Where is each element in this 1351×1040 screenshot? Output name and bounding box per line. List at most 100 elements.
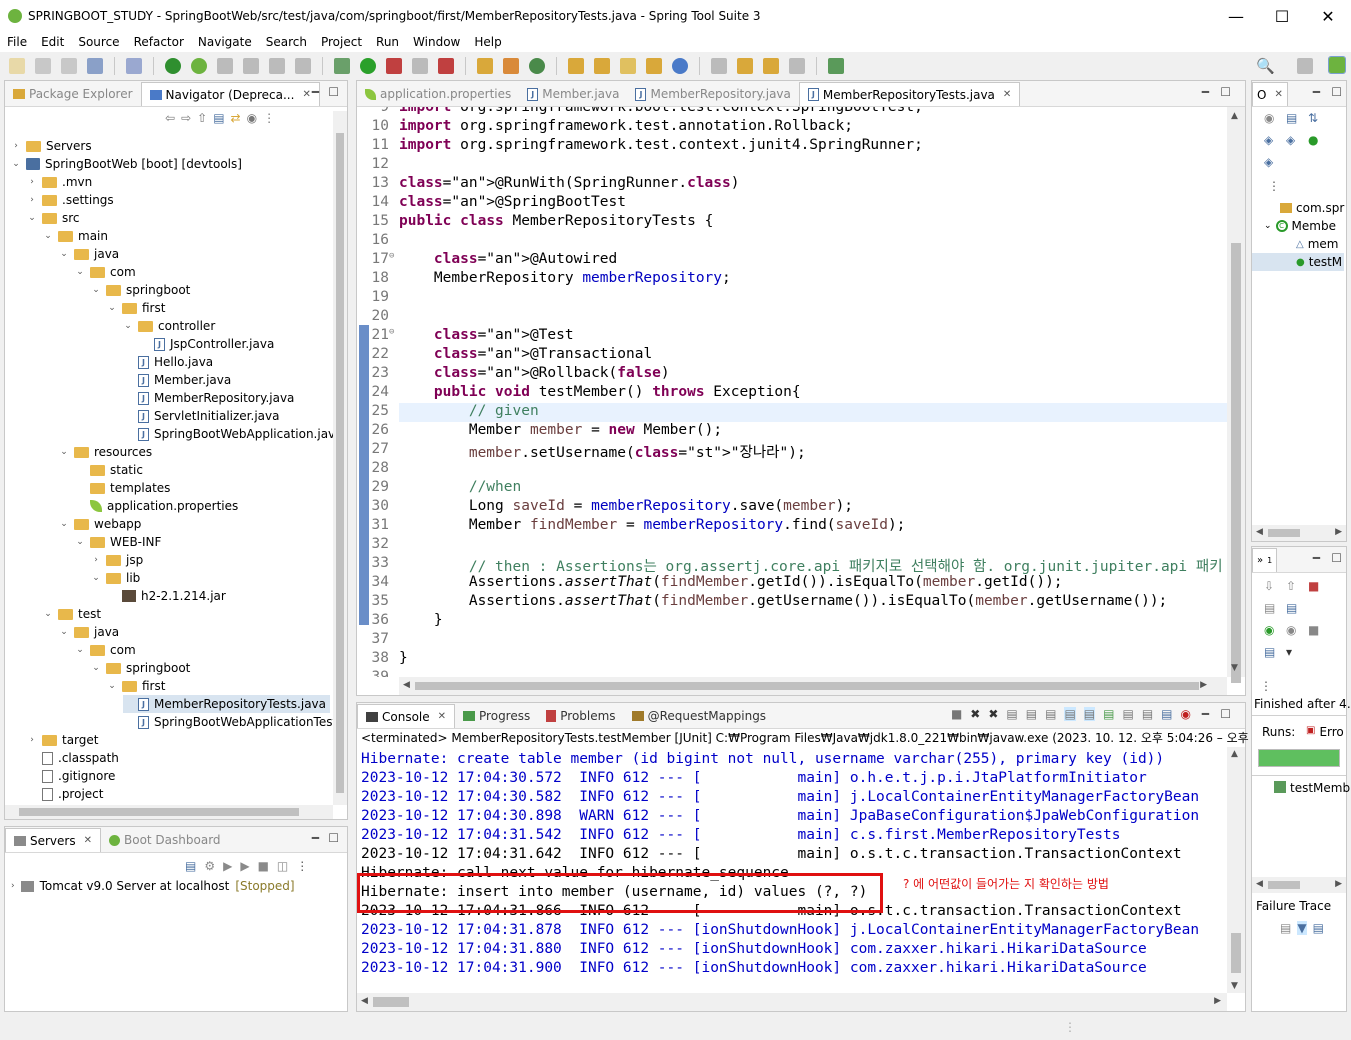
publish-icon[interactable]: ◫ (277, 859, 288, 873)
hide-fields-icon[interactable]: ◉ (1264, 111, 1286, 125)
boot-run-icon[interactable] (165, 58, 181, 74)
collapse-icon[interactable]: ⌄ (43, 231, 53, 241)
tree-item[interactable]: ⌄ controller (123, 317, 215, 335)
close-tab-icon[interactable]: ✕ (438, 711, 446, 722)
tab-boot-dashboard[interactable]: Boot Dashboard (101, 828, 229, 852)
run-icon[interactable] (360, 58, 376, 74)
tree-item[interactable]: static (75, 461, 143, 479)
tab-member-repository-java[interactable]: J MemberRepository.java (627, 82, 798, 106)
tab-servers[interactable]: Servers ✕ (5, 828, 101, 852)
editor-vertical-scrollbar[interactable]: ▲ ▼ (1227, 107, 1245, 683)
code-area[interactable]: 9 import org.springframework.boot.test.co… (357, 107, 1227, 677)
maximize-icon[interactable]: ☐ (1220, 85, 1231, 99)
outline-item[interactable]: ● testM (1252, 253, 1345, 271)
debug-icon[interactable] (334, 58, 350, 74)
tree-item[interactable]: › .mvn (27, 173, 92, 191)
spring-logo-icon[interactable]: ◉ (1181, 707, 1191, 721)
start-server-icon[interactable]: ▶ (223, 859, 232, 873)
prev-failure-icon[interactable]: ⇧ (1286, 579, 1308, 593)
tree-item[interactable]: ⌄ springboot (91, 281, 190, 299)
collapse-icon[interactable]: ⌄ (91, 285, 101, 295)
up-icon[interactable]: ⇧ (197, 111, 207, 125)
expand-icon[interactable]: › (27, 195, 37, 205)
expand-icon[interactable]: › (11, 141, 21, 151)
compare-icon[interactable]: ▤ (1280, 921, 1291, 935)
collapse-icon[interactable]: ⌄ (59, 447, 69, 457)
view-menu-icon[interactable]: ⋮ (1268, 179, 1280, 193)
minimize-icon[interactable]: ━ (312, 831, 319, 845)
tree-item[interactable]: J JspController.java (139, 335, 274, 353)
junit-test-item[interactable]: testMemb (1274, 781, 1350, 795)
new-server-icon[interactable]: ▤ (185, 859, 196, 873)
tree-horizontal-scrollbar[interactable] (5, 805, 333, 819)
tree-item[interactable]: ⌄ java (59, 623, 119, 641)
refresh-icon[interactable] (529, 58, 545, 74)
tab-progress[interactable]: Progress (455, 704, 538, 728)
next-annotation-icon[interactable] (711, 58, 727, 74)
forward-icon[interactable]: ⇨ (181, 111, 191, 125)
collapse-icon[interactable]: ⌄ (107, 681, 117, 691)
collapse-icon[interactable]: ▤ (1286, 111, 1308, 125)
junit-horizontal-scrollbar[interactable]: ◀ ▶ (1252, 877, 1346, 893)
collapse-icon[interactable]: ⌄ (59, 249, 69, 259)
outline-item[interactable]: △ mem (1252, 235, 1344, 253)
tool-icon[interactable] (217, 58, 233, 74)
minimize-button[interactable]: — (1213, 0, 1259, 32)
back-icon[interactable] (763, 58, 779, 74)
menu-run[interactable]: Run (369, 35, 406, 49)
tree-item[interactable]: › jsp (91, 551, 143, 569)
save-icon[interactable] (35, 58, 51, 74)
collapse-icon[interactable]: ⌄ (11, 159, 21, 169)
tree-item[interactable]: ⌄ first (107, 677, 165, 695)
collapse-icon[interactable]: ⌄ (91, 663, 101, 673)
tree-item[interactable]: ⌄ SpringBootWeb [boot] [devtools] (11, 155, 242, 173)
maximize-icon[interactable]: ☐ (328, 831, 339, 845)
coverage-icon[interactable] (386, 58, 402, 74)
tree-item[interactable]: ⌄ first (107, 299, 165, 317)
open-type-icon[interactable] (568, 58, 584, 74)
tab-application-properties[interactable]: application.properties (357, 82, 519, 106)
tree-item[interactable]: J Member.java (123, 371, 231, 389)
collapse-icon[interactable]: ⌄ (43, 609, 53, 619)
close-tab-icon[interactable]: ✕ (84, 835, 92, 846)
display-console-icon[interactable]: ▤ (1122, 707, 1133, 721)
filter-stack-icon[interactable]: ▼ (1297, 921, 1307, 935)
rerun-failed-icon[interactable]: ◉ (1286, 623, 1308, 637)
maximize-icon[interactable]: ☐ (328, 85, 339, 99)
tree-item[interactable]: application.properties (75, 497, 238, 515)
menu-refactor[interactable]: Refactor (127, 35, 191, 49)
server-row[interactable]: › Tomcat v9.0 Server at localhost [Stopp… (11, 879, 295, 893)
tree-item[interactable]: ⌄ WEB-INF (75, 533, 161, 551)
back-icon[interactable]: ⇦ (165, 111, 175, 125)
terminal-icon[interactable] (87, 58, 103, 74)
tree-item[interactable]: h2-2.1.214.jar (107, 587, 226, 605)
tree-item[interactable]: ⌄ lib (91, 569, 140, 587)
link-editor-icon[interactable]: ⇄ (231, 111, 241, 125)
collapse-icon[interactable]: ⌄ (27, 213, 37, 223)
tree-item[interactable]: .classpath (27, 749, 119, 767)
chevron-down-icon[interactable]: ▾ (1286, 645, 1308, 659)
menu-window[interactable]: Window (406, 35, 467, 49)
layout-icon[interactable]: ▤ (1264, 645, 1286, 659)
outline-horizontal-scrollbar[interactable]: ◀ ▶ (1252, 525, 1346, 541)
profile-server-icon[interactable]: ▶ (240, 859, 249, 873)
menu-source[interactable]: Source (71, 35, 126, 49)
save-all-icon[interactable] (61, 58, 77, 74)
outline-item[interactable]: com.spr (1252, 199, 1344, 217)
console-vertical-scrollbar[interactable]: ▲ ▼ (1227, 747, 1245, 993)
stop-icon[interactable]: ■ (1308, 623, 1330, 637)
show-failures-icon[interactable]: ■ (1308, 579, 1330, 593)
expand-icon[interactable]: › (91, 555, 101, 565)
minimize-icon[interactable]: ━ (312, 85, 319, 99)
editor-horizontal-scrollbar[interactable]: ◀ ▶ (399, 677, 1227, 695)
tree-item[interactable]: J MemberRepositoryTests.java (123, 695, 331, 713)
rerun-icon[interactable]: ◉ (1264, 623, 1286, 637)
prev-edit-icon[interactable] (737, 58, 753, 74)
collapse-icon[interactable]: ⌄ (59, 627, 69, 637)
collapse-icon[interactable]: ⌄ (75, 267, 85, 277)
copy-icon[interactable]: ▤ (1161, 707, 1172, 721)
filter-icon[interactable]: ◉ (247, 111, 257, 125)
copy-trace-icon[interactable]: ▤ (1313, 921, 1324, 935)
sort-icon[interactable]: ⇅ (1308, 111, 1330, 125)
scroll-lock-icon[interactable]: ▤ (1026, 707, 1037, 721)
